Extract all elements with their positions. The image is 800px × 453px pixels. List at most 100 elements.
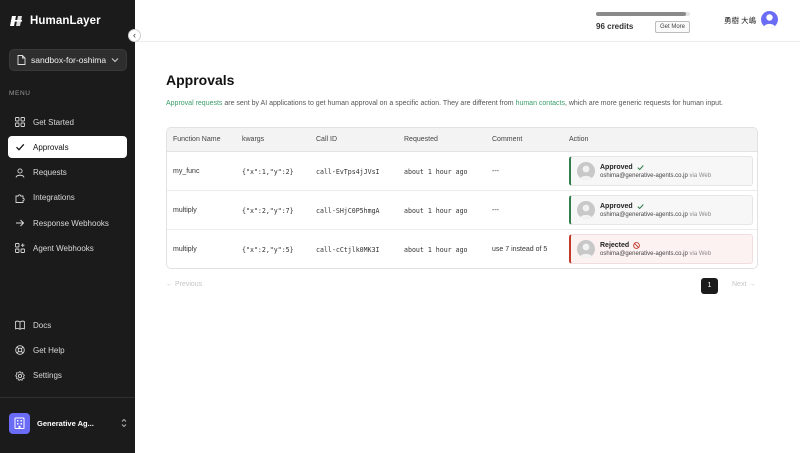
sidebar-item-label: Settings: [33, 371, 62, 381]
document-icon: [17, 55, 26, 65]
header-requested: Requested: [404, 136, 438, 143]
approver-line: oshima@generative-agents.co.jp via Web: [600, 251, 711, 257]
action-card-approved[interactable]: Approved oshima@generative-agents.co.jp …: [569, 156, 753, 186]
arrow-right-icon: [16, 219, 25, 227]
user-name: 勇樹 大嶋: [724, 16, 757, 25]
approval-requests-link[interactable]: Approval requests: [166, 100, 222, 107]
sidebar-bottom-nav: Docs Get Help Settings: [8, 314, 127, 390]
page-number-button[interactable]: 1: [701, 278, 718, 294]
approver-channel: via Web: [689, 250, 712, 257]
grid-icon: [15, 117, 25, 127]
table-row[interactable]: multiply {"x":2,"y":5} call-cCtjlk0MK3I …: [167, 230, 757, 268]
building-icon: [14, 417, 25, 429]
status-line: Rejected: [600, 242, 711, 249]
approver-channel: via Web: [689, 172, 712, 179]
status-line: Approved: [600, 203, 711, 210]
sidebar-item-requests[interactable]: Requests: [8, 162, 127, 184]
approvals-table: Function Name kwargs Call ID Requested C…: [166, 127, 758, 269]
user-avatar-icon: [763, 14, 776, 28]
chevron-up-down-icon: [121, 418, 127, 428]
sidebar-item-integrations[interactable]: Integrations: [8, 187, 127, 209]
check-icon: [16, 144, 25, 151]
human-contacts-link[interactable]: human contacts: [516, 100, 565, 107]
sidebar-item-agent-webhooks[interactable]: Agent Webhooks: [8, 237, 127, 259]
default-avatar-icon: [579, 204, 593, 219]
cell-kwargs: {"x":2,"y":5}: [242, 246, 294, 254]
ban-icon: [633, 241, 641, 249]
sidebar-item-label: Agent Webhooks: [33, 243, 94, 253]
approver-line: oshima@generative-agents.co.jp via Web: [600, 173, 711, 179]
sidebar-divider: [0, 397, 135, 398]
get-more-button[interactable]: Get More: [655, 21, 691, 33]
org-name: Generative Ag...: [37, 418, 94, 428]
credits-progress-bar: [596, 12, 690, 16]
status-line: Approved: [600, 164, 711, 171]
header-comment: Comment: [492, 136, 523, 143]
desc-text-2: , which are more generic requests for hu…: [564, 100, 723, 107]
next-page-button[interactable]: Next →: [732, 281, 755, 288]
approver-avatar: [577, 162, 595, 180]
sidebar-item-label: Response Webhooks: [33, 218, 109, 228]
table-row[interactable]: my_func {"x":1,"y":2} call-EvTps4jJVsI a…: [167, 152, 757, 191]
sidebar-item-get-help[interactable]: Get Help: [8, 339, 127, 361]
book-icon: [15, 320, 25, 330]
approver-channel: via Web: [689, 211, 712, 218]
approver-email: oshima@generative-agents.co.jp: [600, 250, 688, 257]
cell-requested: about 1 hour ago: [404, 246, 468, 254]
approver-avatar: [577, 201, 595, 219]
approver-email: oshima@generative-agents.co.jp: [600, 211, 688, 218]
action-card-rejected[interactable]: Rejected oshima@generative-agents.co.jp …: [569, 234, 753, 264]
action-text: Rejected oshima@generative-agents.co.jp …: [600, 242, 711, 257]
approver-email: oshima@generative-agents.co.jp: [600, 172, 688, 179]
action-card-approved[interactable]: Approved oshima@generative-agents.co.jp …: [569, 195, 753, 225]
default-avatar-icon: [579, 165, 593, 180]
topbar: 96 credits Get More 勇樹 大嶋: [135, 0, 800, 42]
action-text: Approved oshima@generative-agents.co.jp …: [600, 203, 711, 218]
credits-progress-fill: [596, 12, 687, 16]
table-header: Function Name kwargs Call ID Requested C…: [167, 128, 757, 152]
cell-kwargs: {"x":2,"y":7}: [242, 207, 294, 215]
sidebar-item-approvals[interactable]: Approvals: [8, 136, 127, 159]
table-row[interactable]: multiply {"x":2,"y":7} call-SHjC0P5hmgA …: [167, 191, 757, 230]
brand[interactable]: HumanLayer: [10, 14, 101, 28]
sidebar-item-label: Integrations: [33, 193, 75, 203]
cell-function-name: multiply: [173, 207, 197, 214]
collapse-sidebar-button[interactable]: ‹: [128, 29, 141, 42]
cell-kwargs: {"x":1,"y":2}: [242, 168, 294, 176]
sidebar-item-label: Requests: [33, 168, 67, 178]
cell-call-id: call-EvTps4jJVsI: [316, 168, 380, 176]
credits-count: 96 credits: [596, 22, 634, 31]
sidebar-item-label: Get Started: [33, 117, 74, 127]
puzzle-icon: [15, 194, 25, 203]
org-switcher[interactable]: Generative Ag...: [9, 412, 127, 434]
sidebar-item-get-started[interactable]: Get Started: [8, 111, 127, 133]
brand-name: HumanLayer: [30, 15, 101, 27]
page-title: Approvals: [166, 72, 235, 88]
cell-comment: use 7 instead of 5: [492, 246, 548, 253]
menu-label: MENU: [9, 90, 31, 97]
webhook-icon: [15, 243, 25, 254]
cell-call-id: call-SHjC0P5hmgA: [316, 207, 380, 215]
previous-page-button[interactable]: ← Previous: [166, 281, 202, 288]
sidebar-item-label: Get Help: [33, 345, 65, 355]
cell-requested: about 1 hour ago: [404, 207, 468, 215]
humanlayer-logo-icon: [10, 16, 22, 26]
sidebar-item-settings[interactable]: Settings: [8, 365, 127, 387]
project-name: sandbox-for-oshima: [31, 55, 106, 65]
check-icon: [637, 164, 644, 170]
sidebar-item-response-webhooks[interactable]: Response Webhooks: [8, 212, 127, 234]
header-call-id: Call ID: [316, 136, 338, 143]
sidebar: HumanLayer sandbox-for-oshima MENU Get S…: [0, 0, 135, 453]
cell-comment: ---: [492, 168, 499, 175]
header-function-name: Function Name: [173, 136, 221, 143]
cell-function-name: multiply: [173, 246, 197, 253]
user-avatar[interactable]: [761, 11, 778, 28]
lifebuoy-icon: [15, 345, 25, 356]
status-label: Approved: [600, 163, 633, 171]
cell-call-id: call-cCtjlk0MK3I: [316, 246, 380, 254]
header-action: Action: [569, 136, 589, 143]
project-selector[interactable]: sandbox-for-oshima: [9, 49, 127, 71]
sidebar-item-docs[interactable]: Docs: [8, 314, 127, 336]
chevron-down-icon: [111, 58, 119, 63]
user-icon: [15, 168, 25, 178]
